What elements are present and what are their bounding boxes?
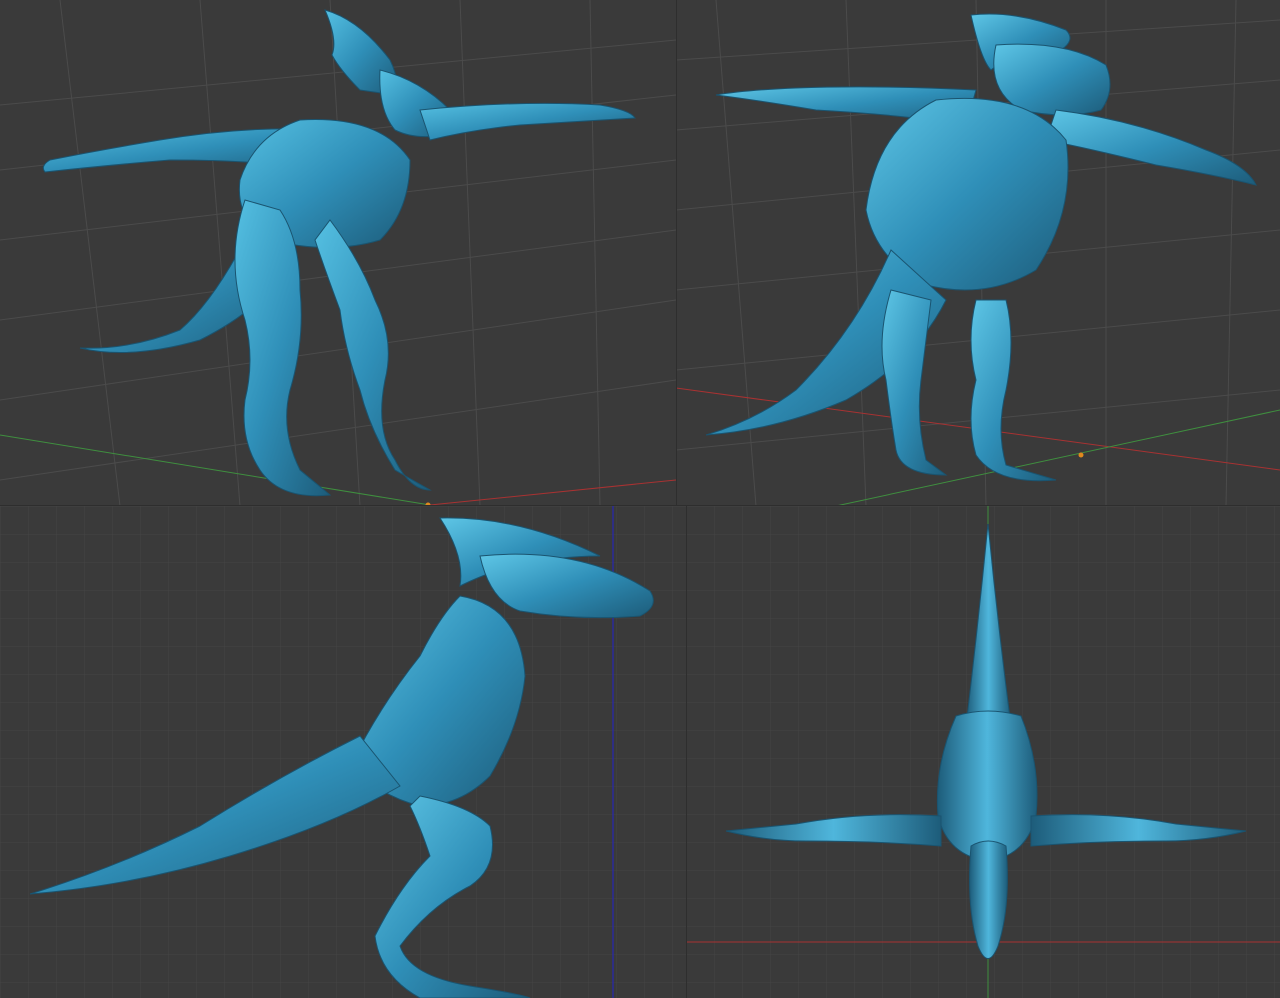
- viewport-canvas[interactable]: [0, 0, 676, 506]
- quad-viewport-layout: [0, 0, 1280, 998]
- viewport-perspective-front[interactable]: [0, 0, 676, 506]
- viewport-canvas[interactable]: [686, 506, 1280, 998]
- viewport-divider-vertical[interactable]: [676, 0, 677, 506]
- viewport-orthographic-side[interactable]: [0, 506, 686, 998]
- viewport-canvas[interactable]: [676, 0, 1280, 506]
- viewport-canvas[interactable]: [0, 506, 686, 998]
- viewport-perspective-back[interactable]: [676, 0, 1280, 506]
- viewport-divider-horizontal[interactable]: [0, 505, 1280, 506]
- viewport-orthographic-top[interactable]: [686, 506, 1280, 998]
- origin-marker: [1078, 452, 1084, 458]
- viewport-divider-vertical-lower[interactable]: [686, 506, 687, 998]
